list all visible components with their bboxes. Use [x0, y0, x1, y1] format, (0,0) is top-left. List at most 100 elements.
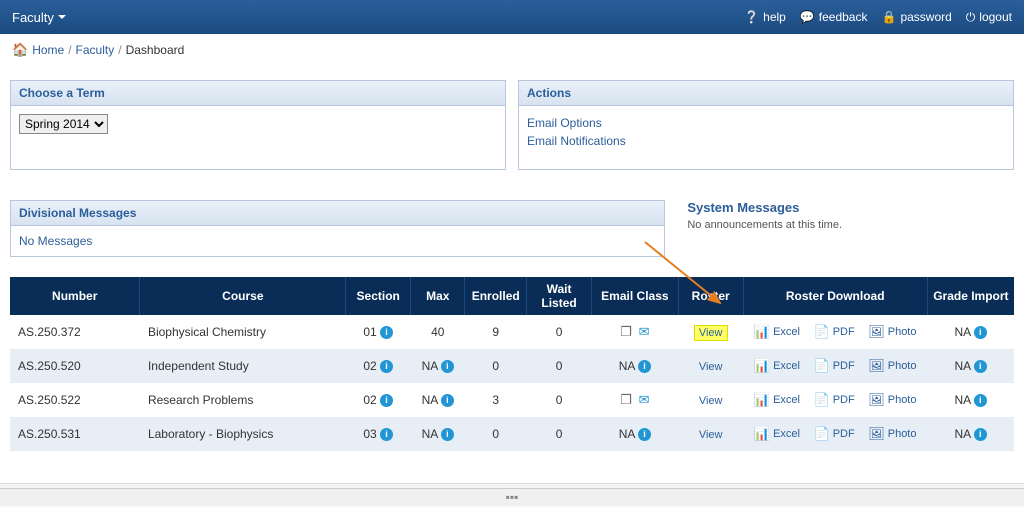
roster-view-link[interactable]: View	[699, 361, 723, 373]
password-link[interactable]: 🔒 password	[881, 10, 951, 25]
th-section: Section	[346, 277, 411, 315]
cell-gradeimport: NA i	[927, 417, 1014, 451]
cell-section: 02 i	[346, 383, 411, 417]
cell-roster: View	[678, 349, 743, 383]
info-icon[interactable]: i	[441, 428, 454, 441]
roster-view-link[interactable]: View	[699, 395, 723, 407]
system-messages-panel: System Messages No announcements at this…	[677, 200, 1014, 257]
info-icon[interactable]: i	[974, 428, 987, 441]
logout-label: logout	[979, 10, 1012, 24]
cell-waitlisted: 0	[527, 383, 592, 417]
cell-number: AS.250.531	[10, 417, 140, 451]
term-select[interactable]: Spring 2014	[19, 114, 108, 134]
roster-view-link[interactable]: View	[699, 429, 723, 441]
system-messages-body: No announcements at this time.	[687, 219, 1014, 231]
cell-gradeimport: NA i	[927, 383, 1014, 417]
breadcrumb-sep: /	[68, 43, 71, 57]
feedback-icon: 💬	[800, 10, 815, 24]
email-notifications-link[interactable]: Email Notifications	[527, 132, 1005, 150]
roster-view-link[interactable]: View	[694, 325, 728, 341]
th-rosterdownload: Roster Download	[743, 277, 927, 315]
info-icon[interactable]: i	[638, 428, 651, 441]
breadcrumb-home[interactable]: Home	[32, 43, 64, 57]
cell-emailclass: NA i	[592, 349, 679, 383]
info-icon[interactable]: i	[974, 360, 987, 373]
cell-gradeimport: NA i	[927, 349, 1014, 383]
cell-waitlisted: 0	[527, 315, 592, 349]
excel-link[interactable]: 📊 Excel	[754, 426, 800, 442]
term-panel-title: Choose a Term	[11, 81, 505, 106]
system-messages-title: System Messages	[687, 200, 1014, 215]
info-icon[interactable]: i	[441, 394, 454, 407]
excel-link[interactable]: 📊 Excel	[754, 324, 800, 340]
cell-emailclass: ❐ ✉	[592, 315, 679, 349]
cell-waitlisted: 0	[527, 417, 592, 451]
window-icon[interactable]: ❐	[620, 392, 632, 408]
cell-course: Biophysical Chemistry	[140, 315, 346, 349]
th-course: Course	[140, 277, 346, 315]
pdf-icon: 📄	[814, 426, 830, 442]
excel-link[interactable]: 📊 Excel	[754, 392, 800, 408]
breadcrumb: 🏠 Home / Faculty / Dashboard	[0, 34, 1024, 66]
cell-max: 40	[411, 315, 465, 349]
th-enrolled: Enrolled	[465, 277, 527, 315]
info-icon[interactable]: i	[974, 326, 987, 339]
mail-icon[interactable]: ✉	[639, 324, 650, 340]
photo-link[interactable]: 🖼 Photo	[868, 358, 916, 374]
cell-roster: View	[678, 417, 743, 451]
help-link[interactable]: ❔ help	[744, 10, 786, 25]
info-icon[interactable]: i	[638, 360, 651, 373]
cell-section: 02 i	[346, 349, 411, 383]
excel-link[interactable]: 📊 Excel	[754, 358, 800, 374]
logout-link[interactable]: ⏻ logout	[966, 10, 1012, 25]
mail-icon[interactable]: ✉	[639, 392, 650, 408]
faculty-dropdown[interactable]: Faculty	[12, 10, 66, 25]
cell-waitlisted: 0	[527, 349, 592, 383]
cell-section: 01 i	[346, 315, 411, 349]
cell-course: Independent Study	[140, 349, 346, 383]
breadcrumb-faculty[interactable]: Faculty	[76, 43, 115, 57]
cell-rosterdownload: 📊 Excel 📄 PDF 🖼 Photo	[743, 417, 927, 451]
feedback-link[interactable]: 💬 feedback	[800, 10, 868, 25]
info-icon[interactable]: i	[380, 394, 393, 407]
info-icon[interactable]: i	[380, 326, 393, 339]
pdf-link[interactable]: 📄 PDF	[814, 392, 855, 408]
cell-gradeimport: NA i	[927, 315, 1014, 349]
excel-icon: 📊	[754, 324, 770, 340]
th-number: Number	[10, 277, 140, 315]
photo-link[interactable]: 🖼 Photo	[868, 426, 916, 442]
breadcrumb-sep: /	[118, 43, 121, 57]
password-label: password	[900, 10, 951, 24]
content-area: 🏠 Home / Faculty / Dashboard Choose a Te…	[0, 34, 1024, 484]
info-icon[interactable]: i	[380, 428, 393, 441]
th-roster: Roster	[678, 277, 743, 315]
cell-roster: View	[678, 315, 743, 349]
info-icon[interactable]: i	[974, 394, 987, 407]
info-icon[interactable]: i	[380, 360, 393, 373]
horizontal-scrollbar[interactable]: ▪▪▪	[0, 488, 1024, 505]
pdf-link[interactable]: 📄 PDF	[814, 358, 855, 374]
photo-link[interactable]: 🖼 Photo	[868, 392, 916, 408]
email-options-link[interactable]: Email Options	[527, 114, 1005, 132]
cell-enrolled: 0	[465, 417, 527, 451]
caret-down-icon	[58, 15, 66, 19]
divisional-messages-title: Divisional Messages	[11, 201, 664, 226]
table-row: AS.250.531Laboratory - Biophysics03 iNA …	[10, 417, 1014, 451]
photo-icon: 🖼	[868, 324, 885, 340]
course-table: Number Course Section Max Enrolled Wait …	[10, 277, 1014, 451]
cell-emailclass: NA i	[592, 417, 679, 451]
table-row: AS.250.520Independent Study02 iNA i00NA …	[10, 349, 1014, 383]
cell-course: Laboratory - Biophysics	[140, 417, 346, 451]
th-gradeimport: Grade Import	[927, 277, 1014, 315]
cell-roster: View	[678, 383, 743, 417]
info-icon[interactable]: i	[441, 360, 454, 373]
excel-icon: 📊	[754, 358, 770, 374]
pdf-link[interactable]: 📄 PDF	[814, 324, 855, 340]
window-icon[interactable]: ❐	[620, 324, 632, 340]
help-icon: ❔	[744, 10, 759, 24]
table-row: AS.250.522Research Problems02 iNA i30❐ ✉…	[10, 383, 1014, 417]
pdf-link[interactable]: 📄 PDF	[814, 426, 855, 442]
lock-icon: 🔒	[881, 10, 896, 24]
photo-link[interactable]: 🖼 Photo	[868, 324, 916, 340]
cell-max: NA i	[411, 417, 465, 451]
